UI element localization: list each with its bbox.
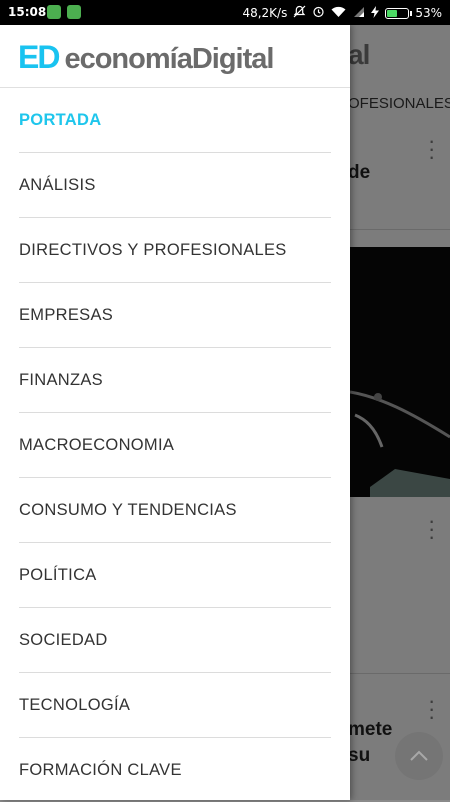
alarm-icon <box>312 5 325 21</box>
menu-item-formacion-clave[interactable]: FORMACIÓN CLAVE <box>19 738 331 802</box>
background-logo-fragment: al <box>350 39 370 70</box>
wifi-icon <box>331 6 346 21</box>
menu-item-portada[interactable]: PORTADA <box>19 88 331 153</box>
section-menu: PORTADA ANÁLISIS DIRECTIVOS Y PROFESIONA… <box>0 88 350 802</box>
menu-item-politica[interactable]: POLÍTICA <box>19 543 331 608</box>
app-notification-icon <box>67 5 81 19</box>
network-speed: 48,2K/s <box>242 6 288 20</box>
android-notification-icon <box>47 5 61 19</box>
more-options-icon: · · · <box>428 688 436 729</box>
drawer-header: ED economía Digital <box>0 25 350 88</box>
menu-item-analisis[interactable]: ANÁLISIS <box>19 153 331 218</box>
menu-item-sociedad[interactable]: SOCIEDAD <box>19 608 331 673</box>
menu-item-directivos-y-profesionales[interactable]: DIRECTIVOS Y PROFESIONALES <box>19 218 331 283</box>
logo-ed: ED <box>18 39 60 75</box>
charging-icon <box>371 5 380 21</box>
menu-item-macroeconomia[interactable]: MACROECONOMIA <box>19 413 331 478</box>
chevron-up-icon <box>410 750 428 761</box>
background-nav-fragment: OFESIONALES <box>350 95 450 112</box>
battery-icon <box>385 7 413 19</box>
background-app: al OFESIONALES · · · de · · · · · · mete su <box>350 25 450 800</box>
status-bar: 15:08 48,2K/s 53% <box>0 0 450 25</box>
more-options-icon: · · · <box>428 128 436 169</box>
background-article-image <box>350 247 450 497</box>
menu-item-consumo-y-tendencias[interactable]: CONSUMO Y TENDENCIAS <box>19 478 331 543</box>
battery-fill <box>387 9 398 17</box>
battery-percent: 53% <box>415 6 442 20</box>
logo-digital: Digital <box>191 43 275 75</box>
navigation-drawer: ED economía Digital PORTADA ANÁLISIS DIR… <box>0 25 350 800</box>
menu-item-finanzas[interactable]: FINANZAS <box>19 348 331 413</box>
background-headline-fragment: su <box>350 745 371 766</box>
scroll-top-button <box>395 732 443 780</box>
background-divider <box>350 673 450 674</box>
signal-icon <box>352 6 365 21</box>
status-time: 15:08 <box>8 5 47 19</box>
mute-icon <box>293 5 306 21</box>
menu-item-tecnologia[interactable]: TECNOLOGÍA <box>19 673 331 738</box>
logo-economia: economía <box>64 43 192 75</box>
status-right: 48,2K/s 53% <box>242 5 442 21</box>
background-headline-fragment: de <box>350 162 371 183</box>
economia-digital-logo[interactable]: ED economía Digital <box>18 39 275 76</box>
menu-item-empresas[interactable]: EMPRESAS <box>19 283 331 348</box>
more-options-icon: · · · <box>428 508 436 549</box>
background-headline-fragment: mete <box>350 719 393 740</box>
background-divider <box>350 229 450 230</box>
